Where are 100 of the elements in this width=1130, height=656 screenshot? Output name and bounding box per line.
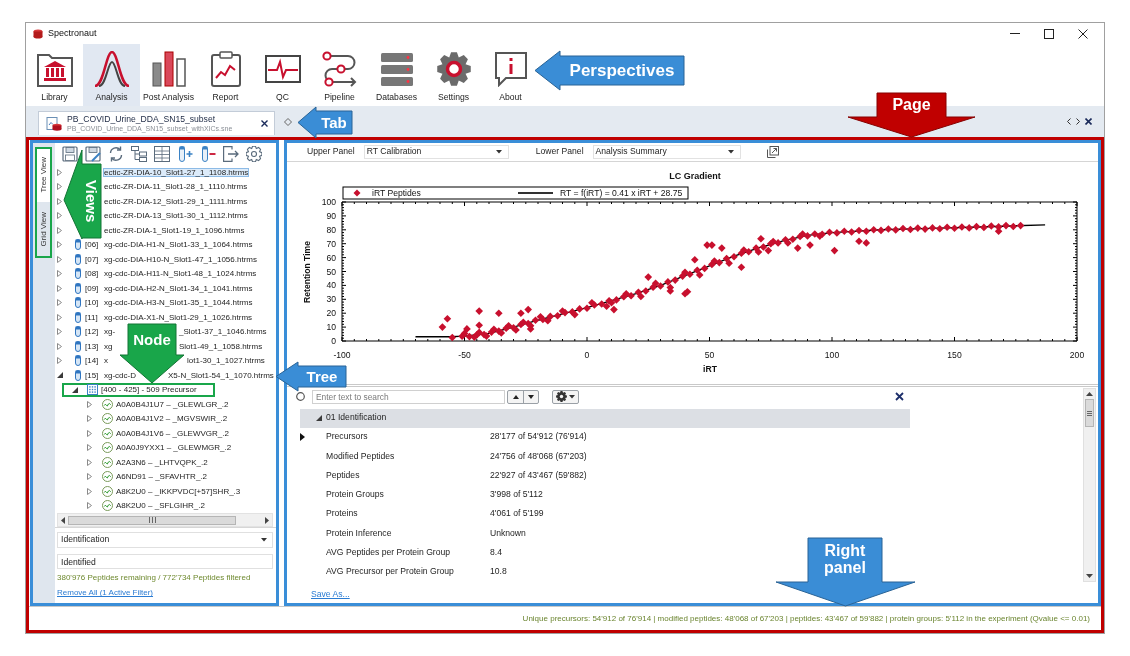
tree-item-label[interactable]: A0A0B4J1V6 – _GLEWVGR_.2 [115,428,230,438]
hierarchy-icon[interactable] [131,146,147,162]
perspective-button[interactable]: Report [197,44,254,106]
tree-item-label[interactable]: xg-cdc-DIA-H10-N_Slot1-47_1_1056.htrms [103,254,258,264]
tree-item-label[interactable]: A0A0J9YXX1 – _GLEWMGR_.2 [115,443,233,453]
tree-item-label[interactable]: _Slot1-37_1_1046.htrms [178,327,268,337]
tree-item-label[interactable]: xg- [103,327,117,337]
tree-item-label[interactable]: ectic-ZR-DIA-1_Slot1-19_1_1096.htrms [103,225,246,235]
tree-item-label[interactable]: X5-N_Slot1-54_1_1070.htrms [167,370,275,380]
tree-item-label[interactable]: xg-cdc-D [103,370,137,380]
category-dropdown[interactable]: Identification [57,532,273,548]
columns-icon[interactable] [154,146,170,162]
expand-triangle-icon[interactable] [57,183,62,191]
floppy-icon[interactable] [62,146,78,162]
expand-triangle-icon[interactable] [57,299,62,307]
tree-item-index[interactable]: [09] [85,283,102,293]
collapse-triangle-icon[interactable] [316,415,322,422]
expand-triangle-icon[interactable] [87,415,92,423]
tree-item-label[interactable]: A8K2U0 – _SFLGIHR_.2 [115,501,206,511]
expand-triangle-icon[interactable] [57,357,62,365]
horizontal-scrollbar[interactable] [57,513,273,527]
search-field[interactable]: Enter text to search [312,389,505,404]
tree-item-label[interactable]: ectic-ZR-DIA-13_Slot1-30_1_1112.htrms [103,211,249,221]
tree-item-label[interactable]: xg-cdc-DIA-H2-N_Slot1-34_1_1041.htrms [103,283,254,293]
tree-item-index[interactable]: [10] [85,298,102,308]
gear-icon[interactable] [246,146,262,162]
collapse-triangle-icon[interactable] [57,372,63,379]
scroll-thumb[interactable] [1085,399,1094,427]
tree-item-label[interactable]: xg-cdc-DIA-H3-N_Slot1-35_1_1044.htrms [103,298,254,308]
perspective-button[interactable]: Pipeline [311,44,368,106]
scroll-right-icon[interactable] [265,516,269,524]
section-header[interactable]: 01 Identification [300,409,910,428]
perspective-button[interactable]: Library [26,44,83,106]
expand-triangle-icon[interactable] [87,473,92,481]
perspective-button[interactable]: QC [254,44,311,106]
scroll-thumb[interactable] [68,515,236,525]
tree-item-index[interactable]: [07] [85,254,102,264]
export-icon[interactable] [223,146,239,162]
vertical-scrollbar[interactable] [1083,388,1096,582]
close-icon[interactable] [1078,28,1088,39]
tree-item-label[interactable]: [400 - 425] - 509 Precursor [100,385,198,395]
scroll-up-icon[interactable] [1086,392,1093,396]
tree-item-index[interactable]: [06] [85,240,102,250]
expand-triangle-icon[interactable] [57,226,62,234]
expand-triangle-icon[interactable] [87,458,92,466]
expand-triangle-icon[interactable] [57,168,62,176]
vial-plus-icon[interactable] [177,146,193,162]
panel-dropdown[interactable]: Analysis Summary [592,145,741,159]
maximize-icon[interactable] [1044,28,1054,39]
tree-item-label[interactable]: ectic-ZR-DIA-12_Slot1-29_1_1111.htrms [103,196,249,206]
close-icon[interactable] [261,120,268,127]
popout-icon[interactable] [766,146,779,158]
view-tab[interactable]: Grid View [37,203,50,256]
perspective-button[interactable]: About [482,44,539,106]
perspective-button[interactable]: Analysis [83,44,140,106]
save-as-link[interactable]: Save As... [311,589,350,600]
collapse-triangle-icon[interactable] [72,386,78,393]
refresh-icon[interactable] [108,146,124,162]
tree-item-label[interactable]: lot1-30_1_1027.htrms [186,356,266,366]
expand-triangle-icon[interactable] [57,270,62,278]
tree-item-label[interactable]: A0A0B4J1U7 – _GLEWLGR_.2 [115,399,230,409]
tree-item-index[interactable]: [15] [85,370,102,380]
tree-item-index[interactable]: [08] [85,269,102,279]
tree-item-label[interactable]: A0A0B4J1V2 – _MGVSWIR_.2 [115,414,229,424]
settings-dropdown-button[interactable] [552,389,579,404]
scroll-left-icon[interactable] [61,516,65,524]
expand-triangle-icon[interactable] [57,342,62,350]
expand-triangle-icon[interactable] [87,429,92,437]
tree-item-label[interactable]: ectic-ZR-DIA-10_Slot1-27_1_1108.htrms [103,167,250,177]
perspective-button[interactable]: Post Analysis [140,44,197,106]
chevron-right-icon[interactable] [1076,118,1080,125]
tree-item-label[interactable]: Slot1-49_1_1058.htrms [178,341,264,351]
perspective-button[interactable]: Databases [368,44,425,106]
expand-triangle-icon[interactable] [57,241,62,249]
tree-item-index[interactable]: [11] [85,312,102,322]
expand-triangle-icon[interactable] [57,255,62,263]
tree-item-label[interactable]: xg-cdc-DIA-H11-N_Slot1-48_1_1024.htrms [103,269,258,279]
close-icon[interactable] [895,392,904,401]
remove-filters-link[interactable]: Remove All (1 Active Filter) [57,588,154,598]
tree-item-label[interactable]: A8K2U0 – _IKKPVDC[+57]SHR_.3 [115,486,242,496]
tree-item-index[interactable]: [13] [85,341,102,351]
scroll-down-icon[interactable] [1086,574,1093,578]
perspective-button[interactable]: Settings [425,44,482,106]
filter-field[interactable]: Identified [57,554,273,569]
expand-triangle-icon[interactable] [87,400,92,408]
tree-item-label[interactable]: xg-cdc-DIA-X1-N_Slot1-29_1_1026.htrms [103,312,254,322]
tree-item-label[interactable]: A6ND91 – _SFAVHTR_.2 [115,472,208,482]
tree-item-index[interactable]: [12] [85,327,102,337]
tree-item-label[interactable]: ectic-ZR-DIA-11_Slot1-28_1_1110.htrms [103,182,249,192]
tree-item-label[interactable]: xg [103,341,114,351]
floppy-pencil-icon[interactable] [85,146,101,162]
vial-minus-icon[interactable] [200,146,216,162]
expand-triangle-icon[interactable] [87,444,92,452]
close-icon[interactable] [1085,118,1092,125]
tree-item-index[interactable]: [14] [85,356,102,366]
expand-triangle-icon[interactable] [57,313,62,321]
view-tab[interactable]: Tree View [37,149,50,202]
tree-item-label[interactable]: xg-cdc-DIA-H1-N_Slot1-33_1_1064.htrms [103,240,254,250]
tree-item-label[interactable]: x [103,356,109,366]
expand-triangle-icon[interactable] [57,197,62,205]
